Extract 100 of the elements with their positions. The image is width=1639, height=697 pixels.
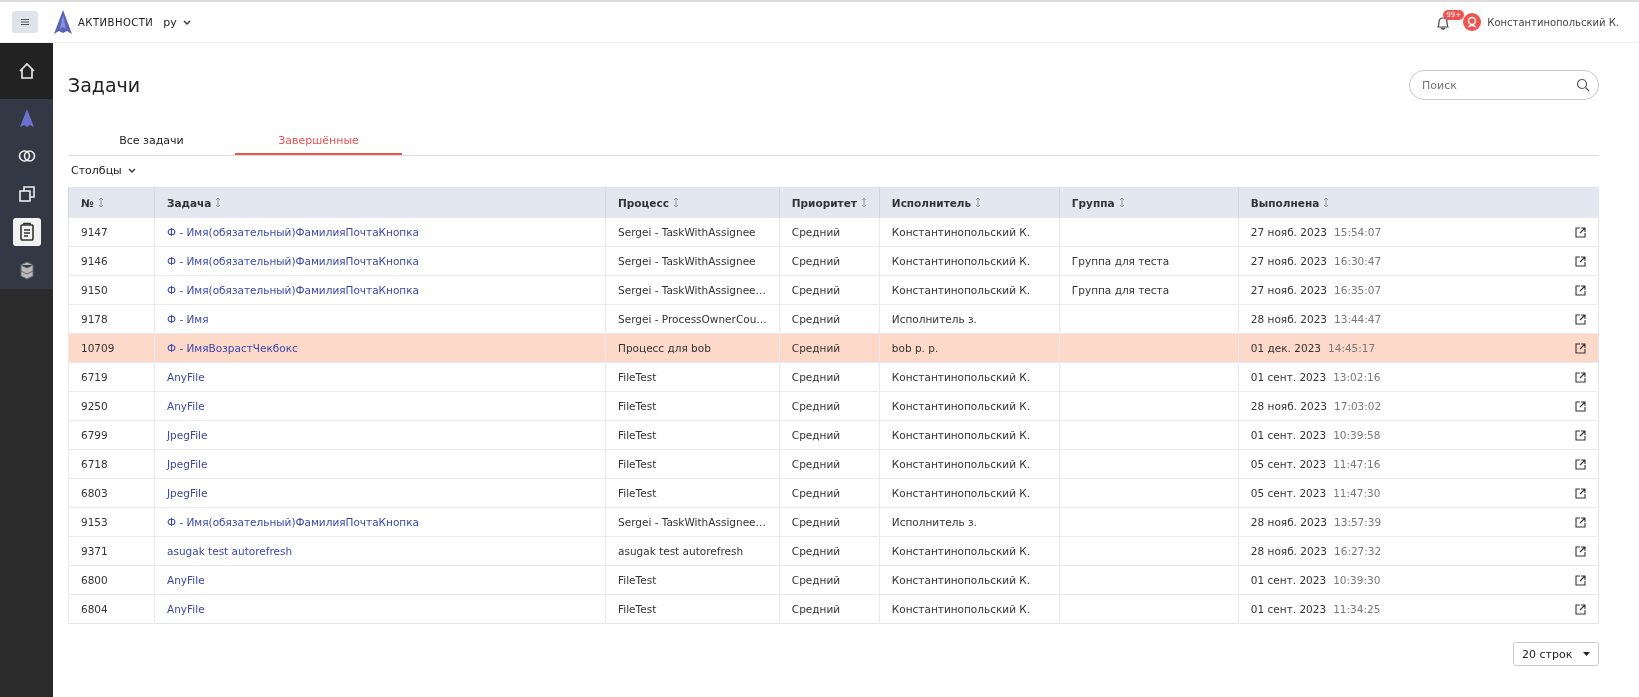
time-text: 14:45:17 bbox=[1328, 342, 1376, 354]
task-link[interactable]: AnyFile bbox=[167, 574, 205, 586]
column-header[interactable]: № bbox=[81, 196, 94, 209]
table-cell: asugak test autorefresh bbox=[618, 545, 744, 557]
column-header[interactable]: Задача bbox=[167, 196, 212, 209]
table-cell: Средний bbox=[791, 516, 841, 528]
external-link-icon[interactable] bbox=[1575, 400, 1586, 412]
table-cell: 9371 bbox=[81, 545, 108, 557]
external-link-icon[interactable] bbox=[1575, 313, 1586, 325]
table-cell: Процесс для bob bbox=[618, 342, 711, 354]
table-cell: FileTest bbox=[618, 400, 657, 412]
date-text: 01 сент. 2023 bbox=[1250, 603, 1327, 615]
table-cell: Константинопольский К. bbox=[891, 400, 1031, 412]
table-cell: Sergei - TaskWithAssignee bbox=[618, 226, 756, 238]
task-link[interactable]: asugak test autorefresh bbox=[167, 545, 293, 557]
chevron-down-icon bbox=[182, 19, 191, 25]
table-cell: 9153 bbox=[81, 516, 108, 528]
menu-icon bbox=[21, 18, 29, 26]
table-cell: 6800 bbox=[81, 574, 108, 586]
page-title: Задачи bbox=[68, 74, 141, 96]
task-link[interactable]: Ф - Имя(обязательный)ФамилияПочтаКнопка bbox=[167, 516, 419, 528]
external-link-icon[interactable] bbox=[1575, 226, 1586, 238]
table-cell: Константинопольский К. bbox=[891, 574, 1031, 586]
table-cell: FileTest bbox=[618, 458, 657, 470]
external-link-icon[interactable] bbox=[1575, 255, 1586, 267]
table-cell: Средний bbox=[791, 487, 841, 499]
external-link-icon[interactable] bbox=[1575, 429, 1586, 441]
table-cell: Константинопольский К. bbox=[891, 255, 1031, 267]
task-link[interactable]: AnyFile bbox=[167, 400, 205, 412]
table-cell: Константинопольский К. bbox=[891, 603, 1031, 615]
user-name[interactable]: Константинопольский К. bbox=[1487, 16, 1619, 28]
external-link-icon[interactable] bbox=[1575, 371, 1586, 383]
external-link-icon[interactable] bbox=[1575, 487, 1586, 499]
task-link[interactable]: Ф - Имя(обязательный)ФамилияПочтаКнопка bbox=[167, 226, 419, 238]
tab[interactable]: Завершённые bbox=[235, 127, 402, 155]
table-cell: Средний bbox=[791, 371, 841, 383]
external-link-icon[interactable] bbox=[1575, 545, 1586, 557]
external-link-icon[interactable] bbox=[1575, 516, 1586, 528]
rows-per-page-dropdown[interactable]: 20 строк bbox=[1513, 642, 1599, 666]
table-cell: FileTest bbox=[618, 574, 657, 586]
date-text: 05 сент. 2023 bbox=[1250, 487, 1327, 499]
table-cell: Константинопольский К. bbox=[891, 284, 1031, 296]
task-link[interactable]: Ф - ИмяВозрастЧекбокс bbox=[167, 342, 298, 354]
search-icon bbox=[1576, 78, 1590, 92]
table-cell: Sergei - TaskWithAssignee… bbox=[618, 516, 767, 528]
date-text: 05 сент. 2023 bbox=[1250, 458, 1327, 470]
time-text: 11:34:25 bbox=[1333, 603, 1381, 615]
task-link[interactable]: AnyFile bbox=[167, 371, 205, 383]
task-link[interactable]: JpegFile bbox=[167, 487, 208, 499]
task-link[interactable]: JpegFile bbox=[167, 429, 208, 441]
external-link-icon[interactable] bbox=[1575, 574, 1586, 586]
external-link-icon[interactable] bbox=[1575, 284, 1586, 296]
table-cell: 9146 bbox=[81, 255, 108, 267]
table-cell: Группа для теста bbox=[1071, 255, 1170, 267]
time-text: 13:02:16 bbox=[1333, 371, 1381, 383]
column-header[interactable]: Исполнитель bbox=[891, 196, 972, 209]
table-cell: 6803 bbox=[81, 487, 108, 499]
search-field[interactable]: Поиск bbox=[1409, 70, 1599, 100]
task-link[interactable]: Ф - Имя bbox=[167, 313, 209, 325]
external-link-icon[interactable] bbox=[1575, 342, 1586, 354]
table-cell: Средний bbox=[791, 458, 841, 470]
logo-icon bbox=[52, 9, 74, 35]
table-cell: 6799 bbox=[81, 429, 108, 441]
tab[interactable]: Все задачи bbox=[68, 127, 235, 155]
table-cell: 6718 bbox=[81, 458, 108, 470]
date-text: 01 сент. 2023 bbox=[1250, 371, 1327, 383]
table-cell: 9147 bbox=[81, 226, 108, 238]
time-text: 10:39:58 bbox=[1333, 429, 1381, 441]
table-cell: FileTest bbox=[618, 429, 657, 441]
task-link[interactable]: Ф - Имя(обязательный)ФамилияПочтаКнопка bbox=[167, 255, 419, 267]
menu-button[interactable] bbox=[12, 11, 38, 33]
table-cell: 9178 bbox=[81, 313, 108, 325]
task-link[interactable]: AnyFile bbox=[167, 603, 205, 615]
task-link[interactable]: JpegFile bbox=[167, 458, 208, 470]
column-header[interactable]: Выполнена bbox=[1250, 196, 1320, 209]
table-cell: FileTest bbox=[618, 487, 657, 499]
time-text: 16:27:32 bbox=[1334, 545, 1382, 557]
date-text: 28 нояб. 2023 bbox=[1250, 400, 1328, 412]
date-text: 27 нояб. 2023 bbox=[1250, 226, 1328, 238]
language-selector[interactable]: ру bbox=[163, 15, 191, 29]
external-link-icon[interactable] bbox=[1575, 458, 1586, 470]
table-cell: Константинопольский К. bbox=[891, 429, 1031, 441]
time-text: 10:39:30 bbox=[1333, 574, 1381, 586]
column-header[interactable]: Группа bbox=[1071, 196, 1115, 209]
column-header[interactable]: Процесс bbox=[618, 196, 669, 209]
time-text: 11:47:30 bbox=[1333, 487, 1381, 499]
columns-dropdown[interactable]: Столбцы bbox=[71, 164, 136, 177]
time-text: 15:54:07 bbox=[1334, 226, 1382, 238]
task-link[interactable]: Ф - Имя(обязательный)ФамилияПочтаКнопка bbox=[167, 284, 419, 296]
table-cell: Константинопольский К. bbox=[891, 545, 1031, 557]
table-cell: Средний bbox=[791, 545, 841, 557]
date-text: 27 нояб. 2023 bbox=[1250, 284, 1328, 296]
bell-icon[interactable] bbox=[1435, 15, 1452, 31]
table-cell: Исполнитель з. bbox=[891, 313, 977, 325]
avatar-icon[interactable] bbox=[1463, 13, 1482, 31]
table-cell: 6804 bbox=[81, 603, 108, 615]
table-cell: Средний bbox=[791, 574, 841, 586]
external-link-icon[interactable] bbox=[1575, 603, 1586, 615]
date-text: 28 нояб. 2023 bbox=[1250, 313, 1328, 325]
clipboard-nav-item[interactable] bbox=[12, 218, 41, 246]
